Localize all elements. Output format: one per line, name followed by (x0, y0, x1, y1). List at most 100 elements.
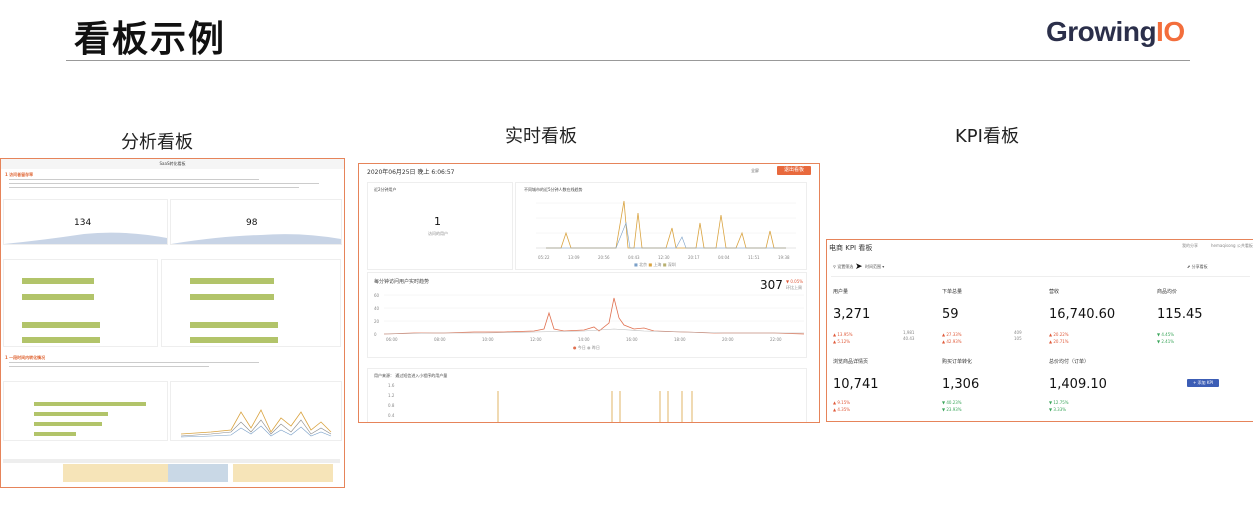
kpi-card-value: 1,409.10 (1049, 377, 1107, 392)
kpi-card-label: 下单总量 (942, 289, 963, 295)
realtime-card-minute-trend: 每分钟访问用户实时趋势 307 ▼ 0.05% 环比上周 60 40 20 0 … (367, 272, 807, 358)
text-line (9, 179, 259, 180)
bar (22, 294, 94, 300)
x-tick: 12:00 (530, 337, 542, 342)
kpi-card-value: 115.45 (1157, 307, 1203, 322)
legend-item: 昨日 (591, 345, 600, 350)
stat-card-2: 98 (170, 199, 342, 245)
data-table (3, 459, 340, 484)
x-tick: 20:17 (688, 255, 700, 260)
bar (22, 322, 100, 328)
table-header (3, 459, 340, 463)
bar (22, 278, 94, 284)
header-divider (66, 60, 1190, 61)
x-tick: 12:30 (658, 255, 670, 260)
x-tick: 22:00 (770, 337, 782, 342)
y-tick: 0.4 (388, 413, 395, 418)
kpi-card-label: 购买订单转化 (942, 359, 973, 365)
analysis-section2: 1 一段时间内转化情况 (5, 355, 46, 360)
kpi-delta-2: ▼ 23.93% (942, 407, 962, 412)
kpi-ref-2: 40.43 (903, 336, 915, 341)
y-tick: 1.2 (388, 393, 395, 398)
bar-chart-card-2 (161, 259, 341, 347)
table-highlight (168, 464, 228, 482)
bar-chart-card-1 (3, 259, 158, 347)
card1-sub: 访问的用户 (428, 231, 448, 236)
kpi-delta-1: ▲ 9.15% (833, 400, 851, 405)
caption-analysis: 分析看板 (121, 132, 193, 153)
kpi-card-value: 10,741 (833, 377, 879, 392)
bar (190, 322, 278, 328)
bar (190, 278, 274, 284)
text-line (9, 366, 209, 367)
share-label: 分享看板 (1191, 264, 1208, 269)
analysis-section1: 1 访问者留存率 (5, 172, 34, 177)
realtime-card-city-trend: 不同城市的近5分钟人数在线趋势 05:22 13:09 20:56 04:43 … (515, 182, 807, 270)
stat-area-chart-1 (4, 232, 167, 244)
legend-item: 深圳 (667, 262, 676, 267)
x-tick: 20:56 (598, 255, 610, 260)
x-tick: 13:09 (568, 255, 580, 260)
add-kpi-button[interactable]: + 添加 KPI (1187, 379, 1219, 387)
realtime-board-screenshot: 2020年06月25日 晚上 6:06:57 全屏 退出看板 近2分钟用户 1 … (358, 163, 820, 423)
kpi-delta-1: ▼ 4.45% (1157, 332, 1175, 337)
x-tick: 04:04 (718, 255, 730, 260)
caption-realtime: 实时看板 (505, 126, 577, 147)
card3-legend: ● 今日 ● 昨日 (573, 345, 600, 350)
bar-chart-card-3 (3, 381, 168, 441)
legend-item: 北京 (639, 262, 648, 267)
kpi-card: 浏览商品详情页 10,741 ▲ 9.15% ▲ 4.35% (833, 358, 933, 418)
kpi-delta-1: ▼ 12.75% (1049, 400, 1069, 405)
mouse-cursor-icon: ➤ (855, 262, 863, 272)
fullscreen-button[interactable]: 全屏 (751, 168, 759, 174)
kpi-card: 营收 16,740.60 ▲ 20.22% ▲ 20.71% (1049, 288, 1149, 348)
kpi-card-value: 1,306 (942, 377, 980, 392)
table-highlight (63, 464, 173, 482)
analysis-header: SaaS转化看板 (1, 159, 344, 169)
x-tick: 08:00 (434, 337, 446, 342)
text-line (9, 183, 319, 184)
multi-line-chart (180, 409, 332, 438)
filter-label: 设置筛选 (837, 264, 854, 269)
kpi-delta-1: ▲ 20.22% (1049, 332, 1069, 337)
x-tick: 11:51 (748, 255, 760, 260)
kpi-card: 总价均付（订单） 1,409.10 ▼ 12.75% ▼ 3.33% (1049, 358, 1149, 418)
kpi-card-value: 59 (942, 307, 959, 322)
caption-kpi: KPI看板 (955, 126, 1019, 147)
kpi-top-right-1[interactable]: 我的分享 (1182, 243, 1198, 249)
card1-value: 1 (434, 215, 441, 228)
realtime-card-sms-source: 用户来源： 通过短信进入小程序的用户量 1.6 1.2 0.8 0.4 (367, 368, 807, 422)
exit-board-button[interactable]: 退出看板 (777, 166, 811, 175)
stat-area-chart-2 (171, 234, 341, 244)
line-chart-card (170, 381, 342, 441)
growingio-logo: GrowingIO (1046, 16, 1185, 48)
x-tick: 04:43 (628, 255, 640, 260)
y-tick: 40 (374, 306, 380, 311)
kpi-board-screenshot: 电商 KPI 看板 我的分享 hemaqisong 公共看板 ⚲ 设置筛选 时间… (826, 239, 1253, 422)
bar (22, 337, 100, 343)
kpi-top-right-2[interactable]: hemaqisong 公共看板 (1211, 243, 1253, 249)
kpi-card: 用户量 3,271 ▲ 13.95% ▲ 5.12% 1,981 40.43 (833, 288, 933, 348)
time-range-button[interactable]: 时间范围 ▾ (865, 264, 884, 270)
card3-delta-sub: 环比上周 (786, 285, 802, 290)
kpi-card-label: 营收 (1049, 289, 1060, 295)
logo-main-text: Growing (1046, 16, 1157, 47)
bar (34, 422, 102, 426)
kpi-delta-2: ▲ 5.12% (833, 339, 851, 344)
logo-accent-text: IO (1156, 16, 1185, 47)
y-tick: 60 (374, 293, 380, 298)
realtime-card-users: 近2分钟用户 1 访问的用户 (367, 182, 513, 270)
card1-title: 近2分钟用户 (374, 187, 397, 192)
kpi-ref-1: 1,981 (903, 330, 915, 335)
kpi-delta-2: ▲ 20.71% (1049, 339, 1069, 344)
kpi-delta-2: ▼ 3.33% (1049, 407, 1067, 412)
y-tick: 0 (374, 332, 377, 337)
y-tick: 1.6 (388, 383, 395, 388)
filter-button[interactable]: ⚲ 设置筛选 (833, 264, 853, 270)
bar (34, 412, 108, 416)
table-highlight (233, 464, 333, 482)
kpi-card-value: 16,740.60 (1049, 307, 1116, 322)
share-board-button[interactable]: ⬈ 分享看板 (1187, 264, 1208, 270)
kpi-delta-2: ▲ 4.35% (833, 407, 851, 412)
kpi-ref-1: 409 (1014, 330, 1022, 335)
